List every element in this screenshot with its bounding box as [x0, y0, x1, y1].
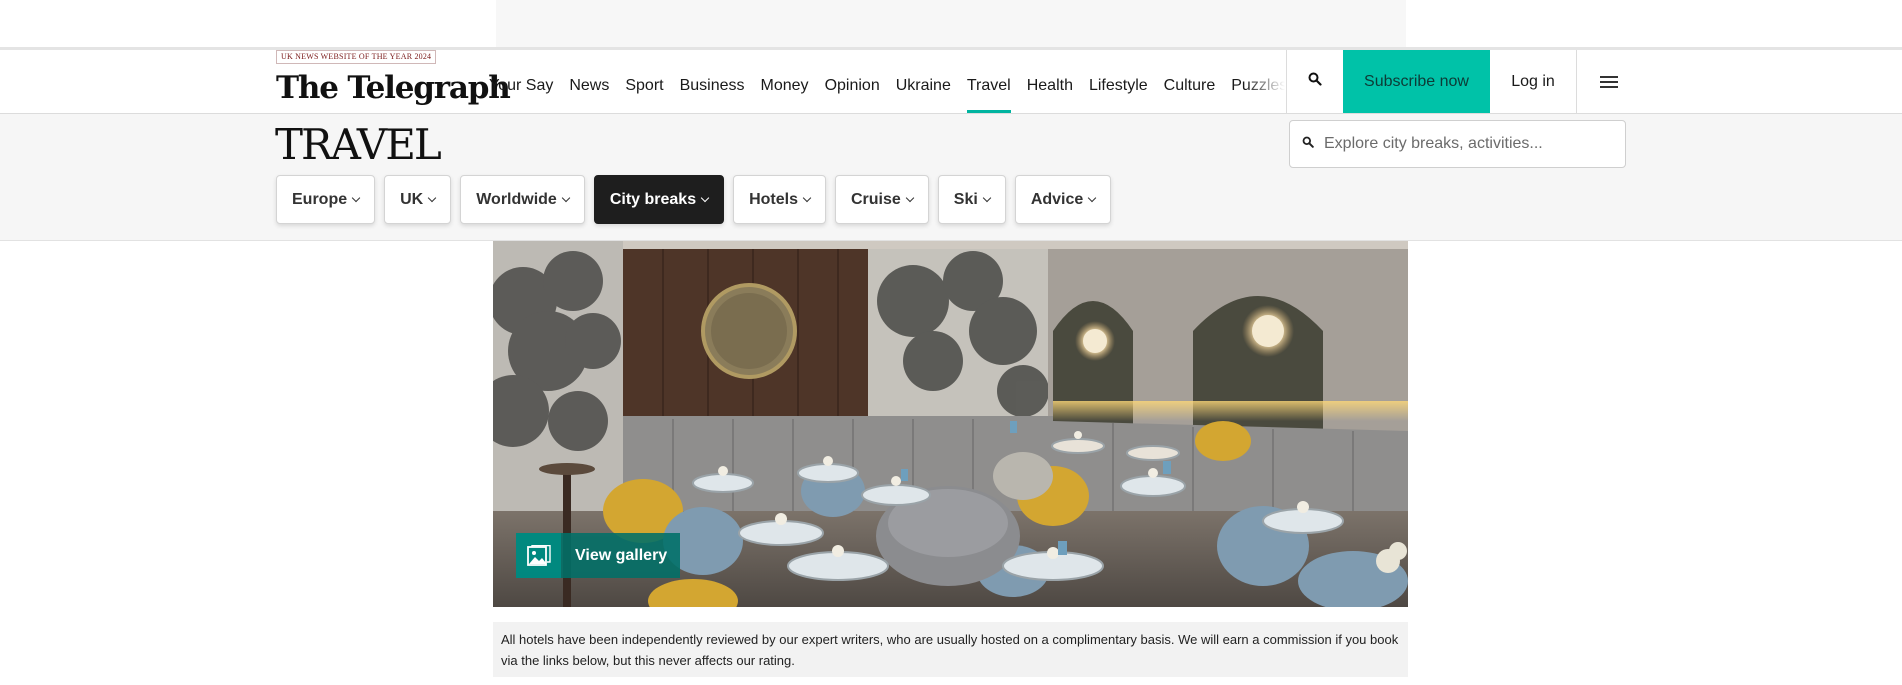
search-icon: [1308, 72, 1322, 91]
travel-search-input[interactable]: [1324, 135, 1614, 153]
chip-label: Cruise: [851, 190, 901, 208]
chevron-down-icon: [351, 193, 361, 202]
chip-city-breaks[interactable]: City breaks: [593, 175, 725, 224]
nav-item-culture[interactable]: Culture: [1164, 50, 1216, 113]
chip-uk[interactable]: UK: [384, 175, 452, 224]
chevron-down-icon: [427, 193, 437, 202]
chip-label: Hotels: [749, 190, 798, 208]
nav-fade-overlay: [1245, 50, 1285, 113]
nav-item-your-say[interactable]: Your Say: [489, 50, 553, 113]
chevron-down-icon: [1088, 193, 1097, 202]
hamburger-menu-icon: [1600, 73, 1618, 91]
chevron-down-icon: [982, 193, 992, 202]
search-icon: [1302, 135, 1314, 153]
subscribe-button[interactable]: Subscribe now: [1343, 50, 1490, 113]
nav-item-ukraine[interactable]: Ukraine: [896, 50, 951, 113]
chip-label: Ski: [953, 190, 978, 208]
chip-label: Advice: [1030, 190, 1084, 208]
menu-button[interactable]: [1577, 50, 1641, 113]
chip-worldwide[interactable]: Worldwide: [460, 175, 585, 224]
chip-label: UK: [400, 190, 424, 208]
award-badge: UK NEWS WEBSITE OF THE YEAR 2024: [276, 50, 437, 64]
travel-category-chips: Europe UK Worldwide City breaks Hotels Cruise…: [276, 175, 1120, 224]
search-button[interactable]: [1287, 50, 1343, 113]
chip-cruise[interactable]: Cruise: [835, 175, 929, 224]
primary-nav: Your Say News Sport Business Money Opinion Ukr…: [489, 50, 1285, 113]
nav-item-health[interactable]: Health: [1027, 50, 1073, 113]
chevron-down-icon: [802, 193, 812, 202]
chip-advice[interactable]: Advice: [1014, 175, 1112, 224]
chip-label: Europe: [292, 190, 348, 208]
section-title[interactable]: TRAVEL: [275, 120, 442, 170]
affiliate-disclaimer: All hotels have been independently revie…: [493, 622, 1408, 677]
nav-item-business[interactable]: Business: [680, 50, 745, 113]
chip-label: Worldwide: [476, 190, 557, 208]
view-gallery-button[interactable]: View gallery: [516, 533, 681, 578]
nav-item-travel[interactable]: Travel: [966, 50, 1011, 113]
nav-item-sport[interactable]: Sport: [625, 50, 663, 113]
chip-ski[interactable]: Ski: [937, 175, 1006, 224]
hero-image: View gallery: [493, 241, 1408, 607]
chevron-down-icon: [561, 193, 571, 202]
chip-europe[interactable]: Europe: [276, 175, 376, 224]
telegraph-logo[interactable]: The Telegraph: [276, 70, 511, 106]
chevron-down-icon: [905, 193, 915, 202]
travel-search-box[interactable]: [1289, 120, 1626, 168]
nav-item-opinion[interactable]: Opinion: [825, 50, 880, 113]
nav-item-news[interactable]: News: [569, 50, 609, 113]
chip-label: City breaks: [609, 190, 697, 208]
nav-item-money[interactable]: Money: [761, 50, 809, 113]
masthead: UK NEWS WEBSITE OF THE YEAR 2024 The Tel…: [0, 50, 1902, 114]
chip-hotels[interactable]: Hotels: [733, 175, 826, 224]
nav-item-lifestyle[interactable]: Lifestyle: [1089, 50, 1148, 113]
advertisement-slot: [496, 0, 1406, 48]
view-gallery-label: View gallery: [575, 546, 668, 564]
travel-section-header: TRAVEL Europe UK Worldwide City breaks Hotel…: [0, 114, 1902, 241]
image-gallery-icon: [516, 533, 561, 578]
login-button[interactable]: Log in: [1490, 50, 1576, 113]
chevron-down-icon: [700, 193, 710, 202]
